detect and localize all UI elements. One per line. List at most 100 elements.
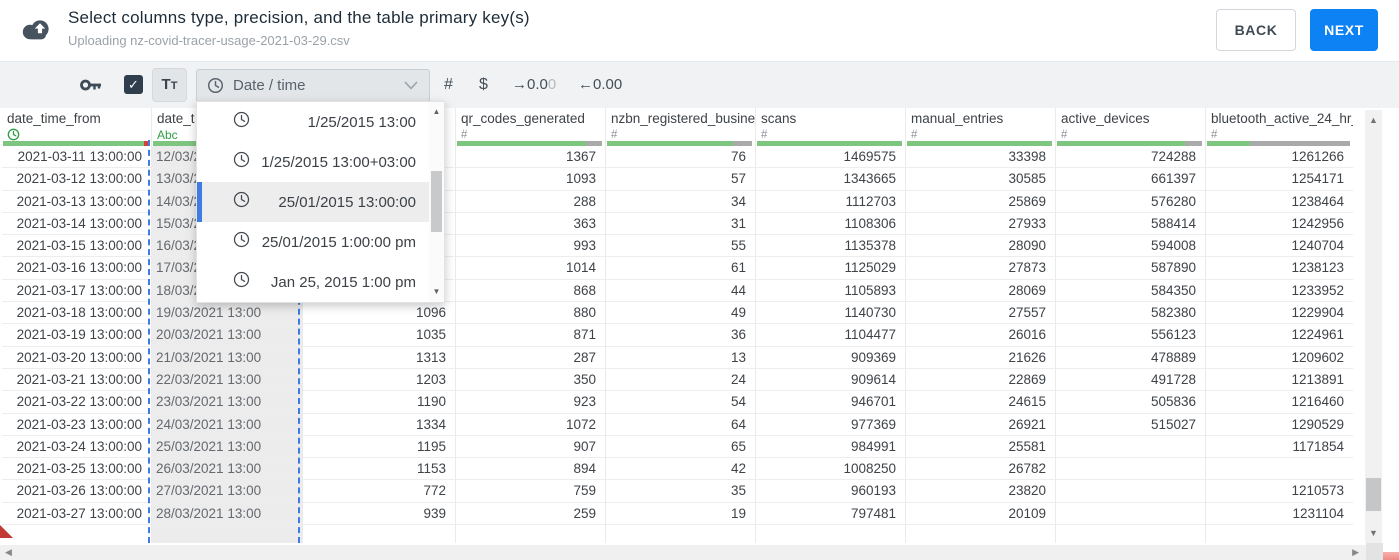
table-cell-empty [606,525,755,543]
table-cell: 584350 [1056,280,1205,303]
column-header[interactable]: scans # [756,108,905,141]
column-type-dropdown[interactable]: Date / time [196,69,430,102]
primary-key-icon[interactable] [80,77,103,99]
date-format-option[interactable]: 1/25/2015 13:00 [197,102,429,142]
next-button[interactable]: NEXT [1310,9,1378,51]
scrollbar-corner [1366,543,1383,560]
decimal-increase-button[interactable]: ←0.00 [578,62,622,108]
table-cell: 25869 [906,191,1055,213]
table-cell: 2021-03-27 13:00:00 [2,503,151,526]
table-cell: 1203 [303,369,455,392]
date-format-option[interactable]: 25/01/2015 1:00:00 pm [197,222,429,262]
table-cell: 576280 [1056,191,1205,213]
table-cell: 363 [456,213,605,236]
table-cell: 2021-03-12 13:00:00 [2,168,151,191]
table-cell-empty [456,525,605,543]
page-header: Select columns type, precision, and the … [0,0,1399,62]
column-name: scans [761,111,797,126]
text-type-button[interactable]: Tt [152,68,187,102]
table-cell: 28/03/2021 13:00 [152,502,302,526]
table-cell: 1171854 [1206,436,1353,459]
page-title: Select columns type, precision, and the … [68,8,530,27]
table-cell: 33398 [906,146,1055,169]
scroll-right-icon[interactable]: ▶ [1352,545,1359,560]
column-enabled-checkbox[interactable]: ✓ [124,75,143,94]
back-button[interactable]: BACK [1216,9,1296,51]
table-cell: 1210573 [1206,480,1353,503]
table-cell: 797481 [756,503,905,526]
column-qr_codes_generated: qr_codes_generated #1367 1093 288 363 993 1014… [455,108,605,543]
horizontal-scrollbar-thumb[interactable] [1383,552,1399,560]
table-cell: 13 [606,347,755,369]
scroll-up-icon[interactable]: ▲ [1365,112,1382,128]
decimal-decrease-button[interactable]: →0.00 [512,62,556,108]
table-cell: 26/03/2021 13:00 [152,458,302,481]
table-cell: 1238464 [1206,191,1353,213]
table-cell: 64 [606,414,755,436]
date-format-option[interactable]: Jan 25, 2015 1:00 pm [197,262,429,302]
column-type-label: # [761,128,768,141]
column-nzbn_registered_busine: nzbn_registered_busine #76 57 34 31 55 61 44 49 3… [605,108,755,543]
table-cell: 907 [456,436,605,459]
table-cell: 1035 [303,324,455,347]
column-type-label: Abc [157,127,178,142]
table-cell: 20/03/2021 13:00 [152,324,302,347]
table-cell: 22/03/2021 13:00 [152,368,302,392]
column-name: nzbn_registered_busine [611,111,755,126]
column-header[interactable]: active_devices # [1056,108,1205,141]
currency-type-button[interactable]: $ [479,62,488,108]
table-cell: 1334 [303,414,455,436]
table-cell: 588414 [1056,213,1205,236]
table-cell: 44 [606,280,755,303]
table-cell: 587890 [1056,257,1205,280]
table-vertical-scrollbar[interactable]: ▲ ▼ [1365,110,1382,543]
table-cell: 24 [606,369,755,392]
scroll-down-icon[interactable]: ▼ [1365,525,1382,541]
table-cell: 2021-03-22 13:00:00 [2,391,151,414]
column-header[interactable]: manual_entries # [906,108,1055,141]
date-format-options: 1/25/2015 13:00 1/25/2015 13:00+03:00 25/0… [197,102,429,302]
scroll-down-icon[interactable]: ▼ [429,285,444,299]
column-type-label: # [1211,128,1218,141]
date-format-label: 1/25/2015 13:00+03:00 [261,153,416,171]
table-cell: 55 [606,235,755,258]
table-cell: 2021-03-21 13:00:00 [2,369,151,392]
table-cell: 871 [456,324,605,347]
scroll-up-icon[interactable]: ▲ [429,105,444,119]
dropdown-scrollbar-thumb[interactable] [431,171,442,232]
column-type-indicator: # [461,128,605,142]
table-cell: 1313 [303,347,455,369]
column-header[interactable]: date_time_from [2,108,151,141]
table-cell: 2021-03-18 13:00:00 [2,302,151,325]
column-header[interactable]: qr_codes_generated # [456,108,605,141]
table-cell-empty [756,525,905,543]
table-horizontal-scrollbar[interactable]: ◀ ▶ [0,545,1366,560]
table-cell: 977369 [756,414,905,436]
table-cell: 31 [606,213,755,236]
table-cell: 868 [456,280,605,303]
column-header[interactable]: nzbn_registered_busine # [606,108,755,141]
column-type-indicator: # [761,128,905,142]
dropdown-scrollbar[interactable]: ▲ ▼ [429,102,444,302]
integer-type-button[interactable]: # [444,62,453,108]
table-cell: 2021-03-11 13:00:00 [2,146,151,169]
table-cell: 25581 [906,436,1055,459]
table-cell: 2021-03-23 13:00:00 [2,414,151,436]
csv-import-schema-screen: Select columns type, precision, and the … [0,0,1399,560]
table-cell: 27933 [906,213,1055,236]
table-cell: 1014 [456,257,605,280]
table-cell: 1224961 [1206,324,1353,347]
table-cell: 1072 [456,414,605,436]
date-format-option[interactable]: 25/01/2015 13:00:00 [197,182,429,222]
table-cell: 1140730 [756,302,905,325]
vertical-scrollbar-thumb[interactable] [1366,478,1381,511]
table-cell: 909614 [756,369,905,392]
table-cell: 515027 [1056,414,1205,436]
table-cell: 42 [606,458,755,481]
scroll-left-icon[interactable]: ◀ [5,545,12,560]
column-header[interactable]: bluetooth_active_24_hr_ # [1206,108,1353,141]
table-cell: 23/03/2021 13:00 [152,391,302,414]
date-format-option[interactable]: 1/25/2015 13:00+03:00 [197,142,429,182]
table-cell: 1093 [456,168,605,191]
clock-icon [207,77,224,94]
